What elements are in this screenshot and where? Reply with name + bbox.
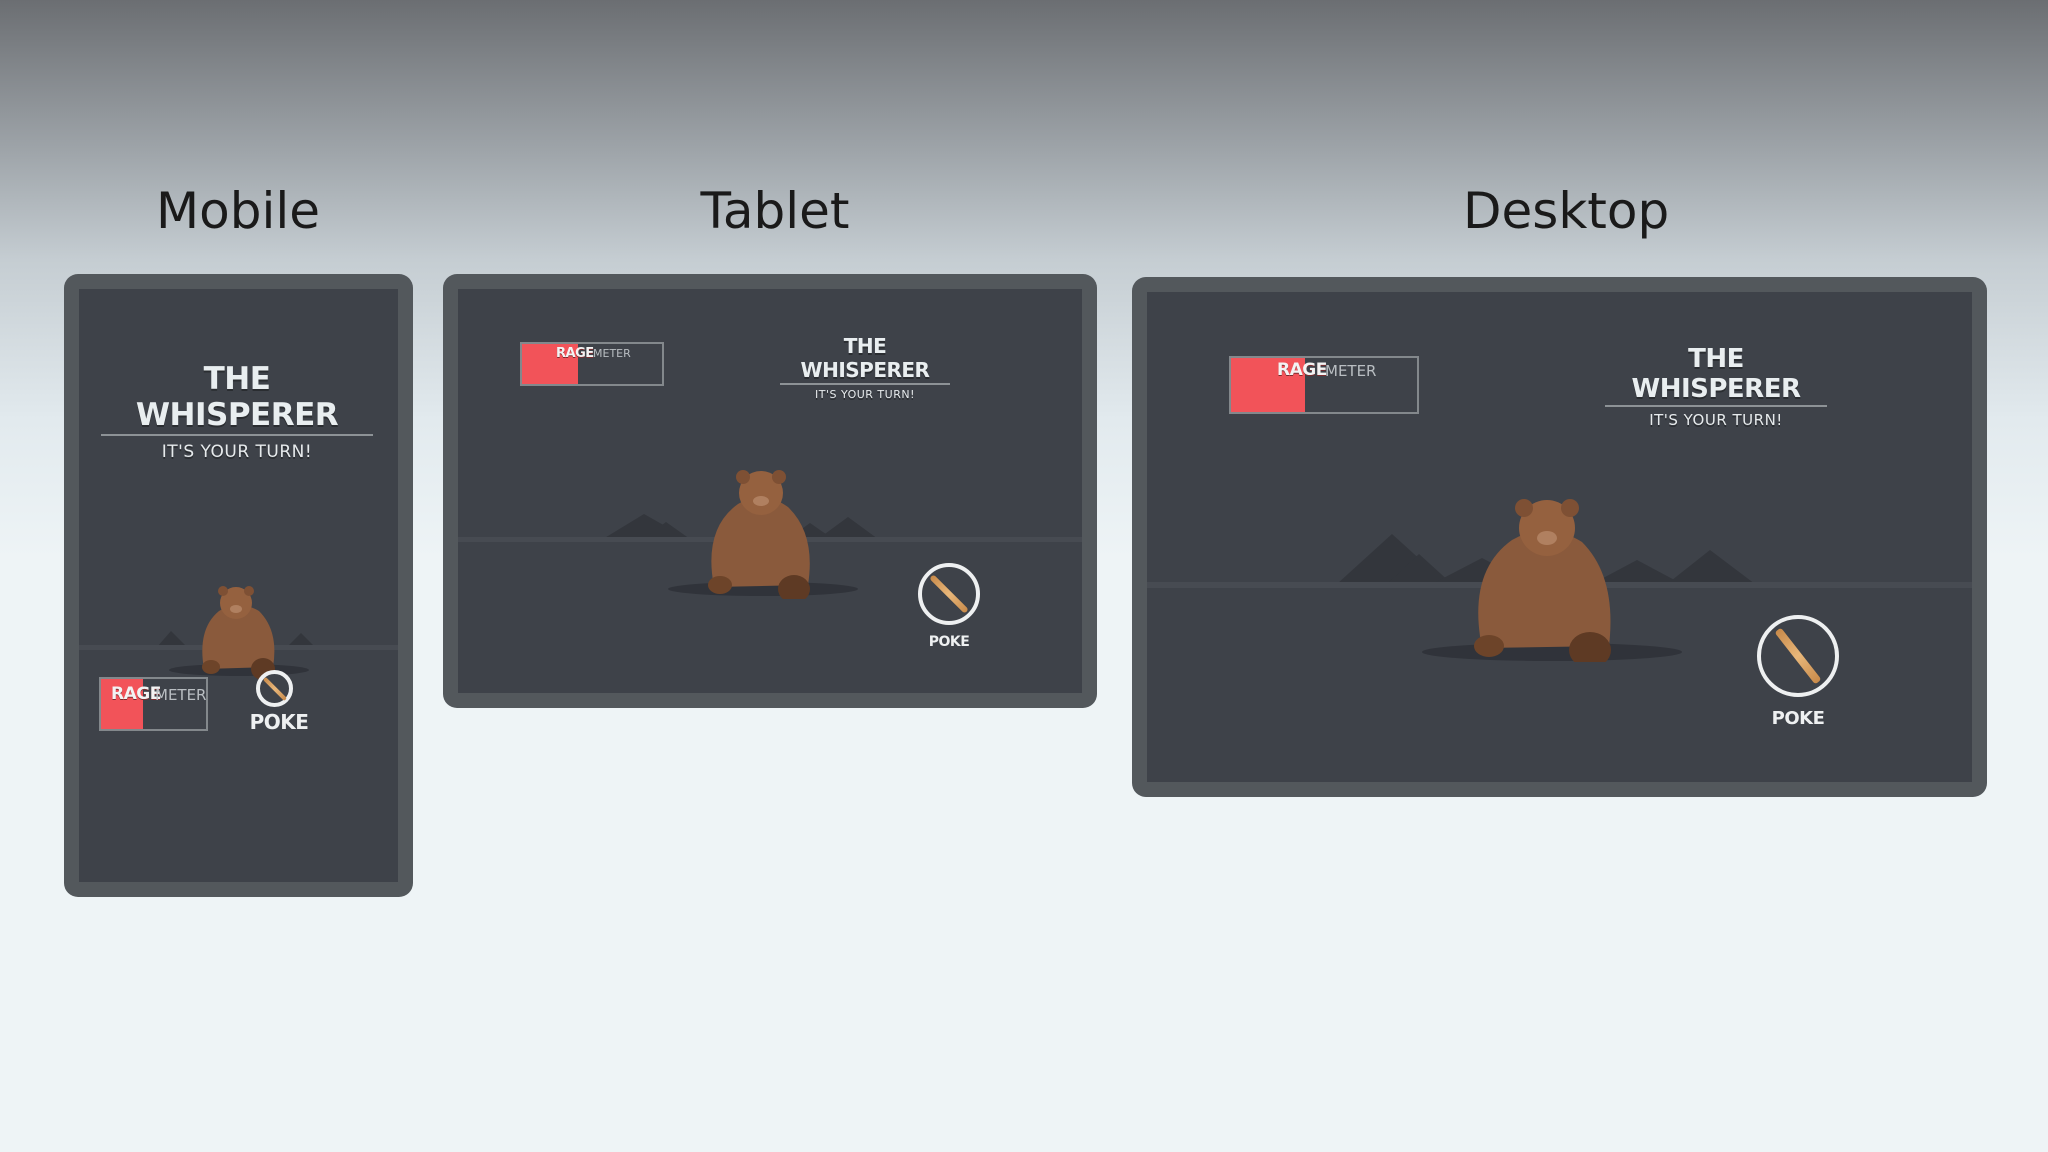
tablet-screen: RAGE METER THE WHISPERER IT'S YOUR TURN! [458,289,1082,693]
poke-button[interactable] [918,563,980,625]
bear-icon [708,470,810,599]
mountain [1667,550,1755,584]
mountain [157,631,187,647]
rage-word: RAGE [111,684,161,704]
game-subtitle: IT'S YOUR TURN! [161,442,313,462]
meter-word: METER [593,347,631,360]
game-title-text: THE WHISPERER [780,334,950,385]
mountain [287,633,315,647]
game-title: THE WHISPERER IT'S YOUR TURN! [780,334,950,401]
rage-word: RAGE [556,346,594,361]
mobile-device: THE WHISPERER IT'S YOUR TURN! RAGE METER [64,274,413,897]
desktop-label: Desktop [1463,182,1670,240]
meter-word: METER [155,686,207,704]
bear-icon [202,586,275,680]
desktop-device: RAGE METER THE WHISPERER IT'S YOUR TURN! [1132,277,1987,797]
game-scene [79,586,398,680]
rage-meter: RAGE METER [1229,356,1419,414]
game-subtitle: IT'S YOUR TURN! [1649,411,1783,429]
mobile-screen: THE WHISPERER IT'S YOUR TURN! RAGE METER [79,289,398,882]
game-subtitle: IT'S YOUR TURN! [815,388,915,401]
game-scene [1147,499,1972,662]
poke-label: POKE [249,710,309,734]
stick-icon [1774,627,1822,685]
mountain [1592,560,1682,584]
bear-icon [1474,499,1611,662]
tablet-label: Tablet [700,182,850,240]
mountain [818,517,878,539]
mobile-label: Mobile [155,182,320,240]
poke-button[interactable] [256,670,293,707]
game-title: THE WHISPERER IT'S YOUR TURN! [1605,344,1827,429]
poke-label: POKE [1771,708,1825,729]
rage-meter: RAGE METER [520,342,664,386]
game-title-text: THE WHISPERER [1605,344,1827,407]
desktop-screen: RAGE METER THE WHISPERER IT'S YOUR TURN! [1147,292,1972,782]
game-title: THE WHISPERER IT'S YOUR TURN! [101,361,373,462]
tablet-device: RAGE METER THE WHISPERER IT'S YOUR TURN! [443,274,1097,708]
poke-label: POKE [928,634,970,650]
stick-icon [929,574,969,614]
game-scene [458,470,1082,599]
stick-icon [262,676,287,701]
game-title-text: THE WHISPERER [101,361,373,436]
rage-meter: RAGE METER [99,677,208,731]
rage-word: RAGE [1277,360,1327,380]
poke-button[interactable] [1757,615,1839,697]
meter-word: METER [1325,362,1377,380]
